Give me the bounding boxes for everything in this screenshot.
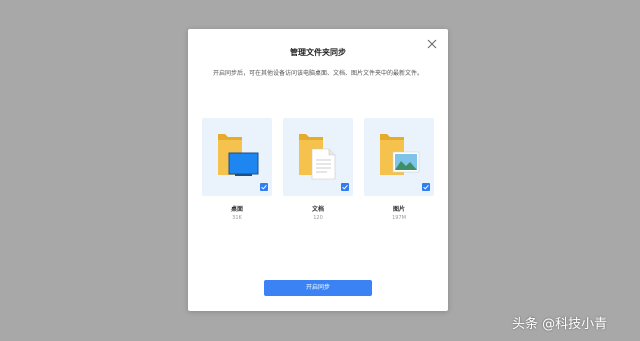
folder-sync-dialog: 管理文件夹同步 开启同步后，可在其他设备访问该电脑桌面、文档、图片文件夹中的最新…: [188, 29, 448, 311]
folder-name-pictures: 图片: [392, 206, 405, 213]
folder-size-desktop: 31K: [232, 215, 242, 221]
dialog-description: 开启同步后，可在其他设备访问该电脑桌面、文档、图片文件夹中的最新文件。: [212, 70, 423, 77]
close-icon[interactable]: [426, 38, 438, 50]
folder-card-documents[interactable]: [283, 118, 353, 196]
start-sync-button[interactable]: 开启同步: [264, 280, 372, 296]
folder-card-desktop[interactable]: [202, 118, 272, 196]
pictures-checkbox[interactable]: [422, 183, 430, 191]
dialog-title: 管理文件夹同步: [290, 48, 346, 57]
folder-name-documents: 文档: [311, 206, 324, 213]
folder-name-desktop: 桌面: [230, 206, 243, 213]
folder-size-pictures: 197M: [392, 215, 406, 221]
documents-checkbox[interactable]: [341, 183, 349, 191]
folder-card-pictures[interactable]: [364, 118, 434, 196]
watermark: 头条 @科技小青: [512, 317, 608, 332]
desktop-checkbox[interactable]: [260, 183, 268, 191]
folder-size-documents: 120: [313, 215, 323, 221]
